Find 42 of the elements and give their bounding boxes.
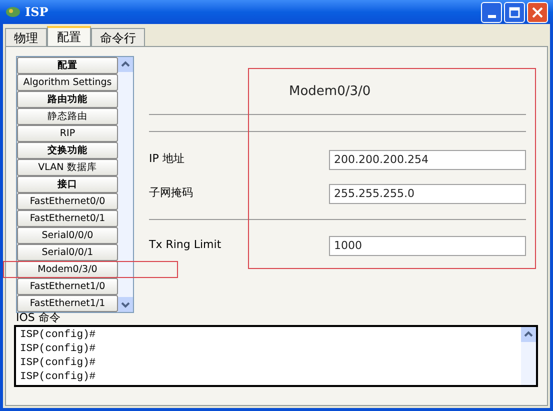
sidebar-item[interactable]: 接口 [17,176,118,193]
sidebar-item[interactable]: RIP [17,125,118,142]
console-line: ISP(config)# [20,370,97,384]
input-field[interactable]: 200.200.200.254 [329,150,526,170]
tab[interactable]: 配置 [47,26,91,46]
sidebar-item[interactable]: Algorithm Settings [17,74,118,91]
sidebar-item[interactable]: 交换功能 [17,142,118,159]
field-label: Tx Ring Limit [149,237,222,254]
tab[interactable]: 物理 [5,28,47,46]
maximize-button[interactable] [504,2,525,22]
sidebar-item[interactable]: 配置 [17,57,118,74]
sidebar-item[interactable]: FastEthernet0/1 [17,210,118,227]
minimize-button[interactable] [481,2,502,22]
maximize-icon [509,6,520,18]
scroll-up-icon[interactable] [521,327,536,342]
sidebar-item[interactable]: VLAN 数据库 [17,159,118,176]
sidebar-item[interactable]: Serial0/0/0 [17,227,118,244]
device-icon [5,5,21,19]
sidebar-item[interactable]: FastEthernet1/0 [17,278,118,295]
console-line: ISP(config)# [20,342,97,356]
minimize-icon [488,14,496,18]
console-line: ISP(config)# [20,356,97,370]
input-field[interactable]: 1000 [329,236,526,256]
tab[interactable]: 命令行 [91,28,145,46]
close-button[interactable] [527,2,548,22]
scroll-down-icon[interactable] [118,297,133,312]
console-line: ISP(config)# [20,328,97,342]
sidebar-item[interactable]: FastEthernet0/0 [17,193,118,210]
scrollbar[interactable] [118,57,133,312]
sidebar-item[interactable]: Serial0/0/1 [17,244,118,261]
console-scrollbar[interactable] [521,327,536,385]
field-label: 子网掩码 [149,185,194,202]
sidebar-item[interactable]: 路由功能 [17,91,118,108]
console-label: IOS 命令 [16,312,62,324]
window-title: ISP [25,4,48,21]
field-label: IP 地址 [149,151,186,168]
input-field[interactable]: 255.255.255.0 [329,184,526,204]
interface-title: Modem0/3/0 [289,83,372,101]
sidebar-item[interactable]: FastEthernet1/1 [17,295,118,312]
scroll-up-icon[interactable] [118,57,133,72]
close-icon [532,6,543,18]
sidebar-item[interactable]: 静态路由 [17,108,118,125]
